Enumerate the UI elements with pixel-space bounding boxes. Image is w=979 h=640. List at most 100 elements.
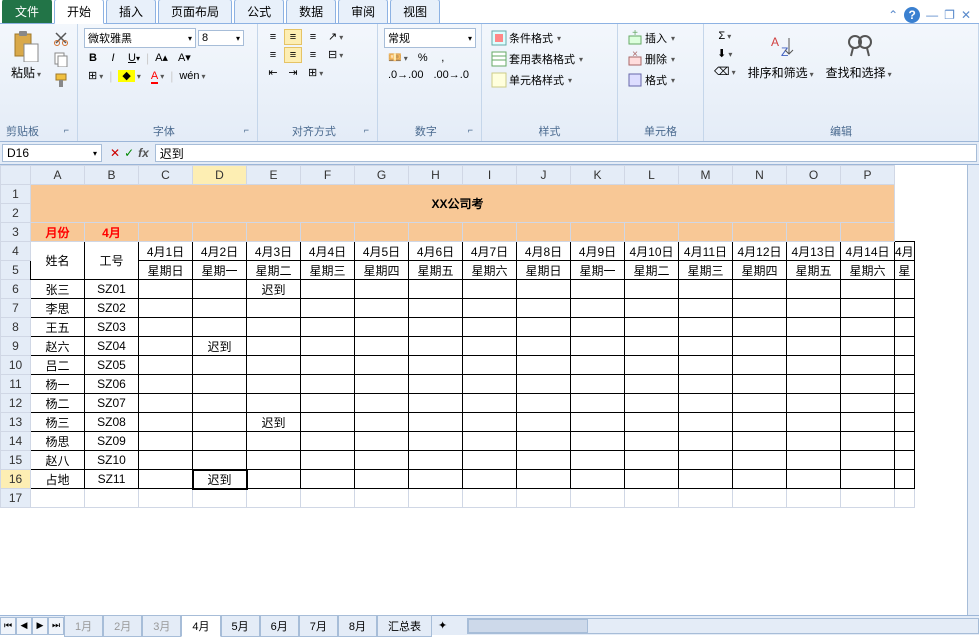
cell[interactable]	[463, 356, 517, 375]
cell[interactable]	[841, 394, 895, 413]
cell[interactable]	[463, 394, 517, 413]
font-name-combo[interactable]: 微软雅黑▾	[84, 28, 196, 48]
cell[interactable]	[463, 337, 517, 356]
cell[interactable]	[787, 299, 841, 318]
cell[interactable]	[463, 413, 517, 432]
cell[interactable]	[247, 470, 301, 489]
cell[interactable]	[841, 470, 895, 489]
cell-id[interactable]: SZ03	[85, 318, 139, 337]
align-middle-button[interactable]: ≡	[284, 29, 302, 45]
cell[interactable]: 迟到	[193, 470, 247, 489]
col-header-J[interactable]: J	[517, 166, 571, 185]
cell[interactable]	[571, 394, 625, 413]
italic-button[interactable]: I	[104, 50, 122, 66]
cell[interactable]	[409, 489, 463, 508]
cell[interactable]	[301, 394, 355, 413]
cell[interactable]	[895, 470, 915, 489]
decrease-indent-button[interactable]: ⇤	[264, 64, 282, 81]
cell-name[interactable]: 赵六	[31, 337, 85, 356]
number-format-combo[interactable]: 常规▾	[384, 28, 476, 48]
cell[interactable]	[787, 451, 841, 470]
cell[interactable]	[517, 432, 571, 451]
cell[interactable]	[841, 451, 895, 470]
cell[interactable]	[895, 432, 915, 451]
cell[interactable]	[409, 356, 463, 375]
cell[interactable]	[733, 451, 787, 470]
cell[interactable]	[463, 318, 517, 337]
window-minimize-icon[interactable]: —	[926, 8, 938, 22]
cell[interactable]	[517, 394, 571, 413]
cell[interactable]	[787, 413, 841, 432]
row-header-17[interactable]: 17	[1, 489, 31, 508]
cell[interactable]	[247, 375, 301, 394]
cell[interactable]	[733, 432, 787, 451]
grow-font-button[interactable]: A▴	[151, 49, 172, 66]
font-expand-icon[interactable]: ⌐	[244, 125, 251, 135]
fx-icon[interactable]: fx	[138, 146, 149, 160]
border-button[interactable]: ⊞	[84, 67, 107, 84]
cell[interactable]	[463, 470, 517, 489]
font-color-button[interactable]: A	[147, 68, 168, 84]
cell[interactable]	[139, 451, 193, 470]
cell[interactable]	[625, 432, 679, 451]
cell[interactable]	[355, 318, 409, 337]
fill-color-button[interactable]: ◆	[114, 67, 144, 84]
cell[interactable]	[355, 356, 409, 375]
cell[interactable]	[679, 413, 733, 432]
cell[interactable]	[895, 318, 915, 337]
cell[interactable]	[625, 280, 679, 299]
cell[interactable]	[409, 337, 463, 356]
cell[interactable]	[409, 318, 463, 337]
orientation-button[interactable]: ↗	[324, 28, 347, 45]
increase-decimal-button[interactable]: .0→.00	[384, 67, 427, 83]
cell[interactable]	[571, 318, 625, 337]
select-all-corner[interactable]	[1, 166, 31, 185]
cell[interactable]	[193, 280, 247, 299]
cell[interactable]	[193, 375, 247, 394]
cell[interactable]	[625, 470, 679, 489]
row-header-15[interactable]: 15	[1, 451, 31, 470]
tab-view[interactable]: 视图	[390, 0, 440, 23]
cell[interactable]	[517, 375, 571, 394]
col-header-P[interactable]: P	[841, 166, 895, 185]
cell[interactable]	[841, 299, 895, 318]
cell[interactable]	[895, 413, 915, 432]
cell[interactable]	[517, 299, 571, 318]
cell[interactable]	[679, 432, 733, 451]
cell[interactable]	[895, 451, 915, 470]
cell[interactable]	[733, 413, 787, 432]
cell[interactable]	[301, 432, 355, 451]
format-painter-button[interactable]	[50, 70, 72, 90]
cell[interactable]	[679, 470, 733, 489]
cell[interactable]	[895, 394, 915, 413]
row-header-6[interactable]: 6	[1, 280, 31, 299]
cell[interactable]	[409, 299, 463, 318]
cell[interactable]	[841, 280, 895, 299]
cell[interactable]	[247, 356, 301, 375]
cell[interactable]	[679, 299, 733, 318]
find-select-button[interactable]: 查找和选择	[822, 28, 896, 121]
cell[interactable]	[139, 489, 193, 508]
cell[interactable]	[625, 375, 679, 394]
cell[interactable]	[625, 356, 679, 375]
cell[interactable]	[193, 413, 247, 432]
bold-button[interactable]: B	[84, 50, 102, 66]
cell[interactable]	[139, 318, 193, 337]
clipboard-expand-icon[interactable]: ⌐	[64, 125, 71, 135]
cell-id[interactable]: SZ08	[85, 413, 139, 432]
cell-id[interactable]: SZ07	[85, 394, 139, 413]
sheet-tab-汇总表[interactable]: 汇总表	[377, 615, 432, 637]
cell[interactable]	[625, 394, 679, 413]
cell[interactable]	[31, 489, 85, 508]
cell[interactable]	[733, 356, 787, 375]
cell[interactable]	[517, 413, 571, 432]
horizontal-scrollbar[interactable]	[467, 618, 979, 634]
cell[interactable]	[571, 451, 625, 470]
number-expand-icon[interactable]: ⌐	[468, 125, 475, 135]
sheet-tab-4月[interactable]: 4月	[181, 615, 220, 637]
cell[interactable]	[301, 337, 355, 356]
cell[interactable]	[787, 489, 841, 508]
cell[interactable]	[571, 280, 625, 299]
cell[interactable]	[841, 337, 895, 356]
align-right-button[interactable]: ≡	[304, 47, 322, 63]
